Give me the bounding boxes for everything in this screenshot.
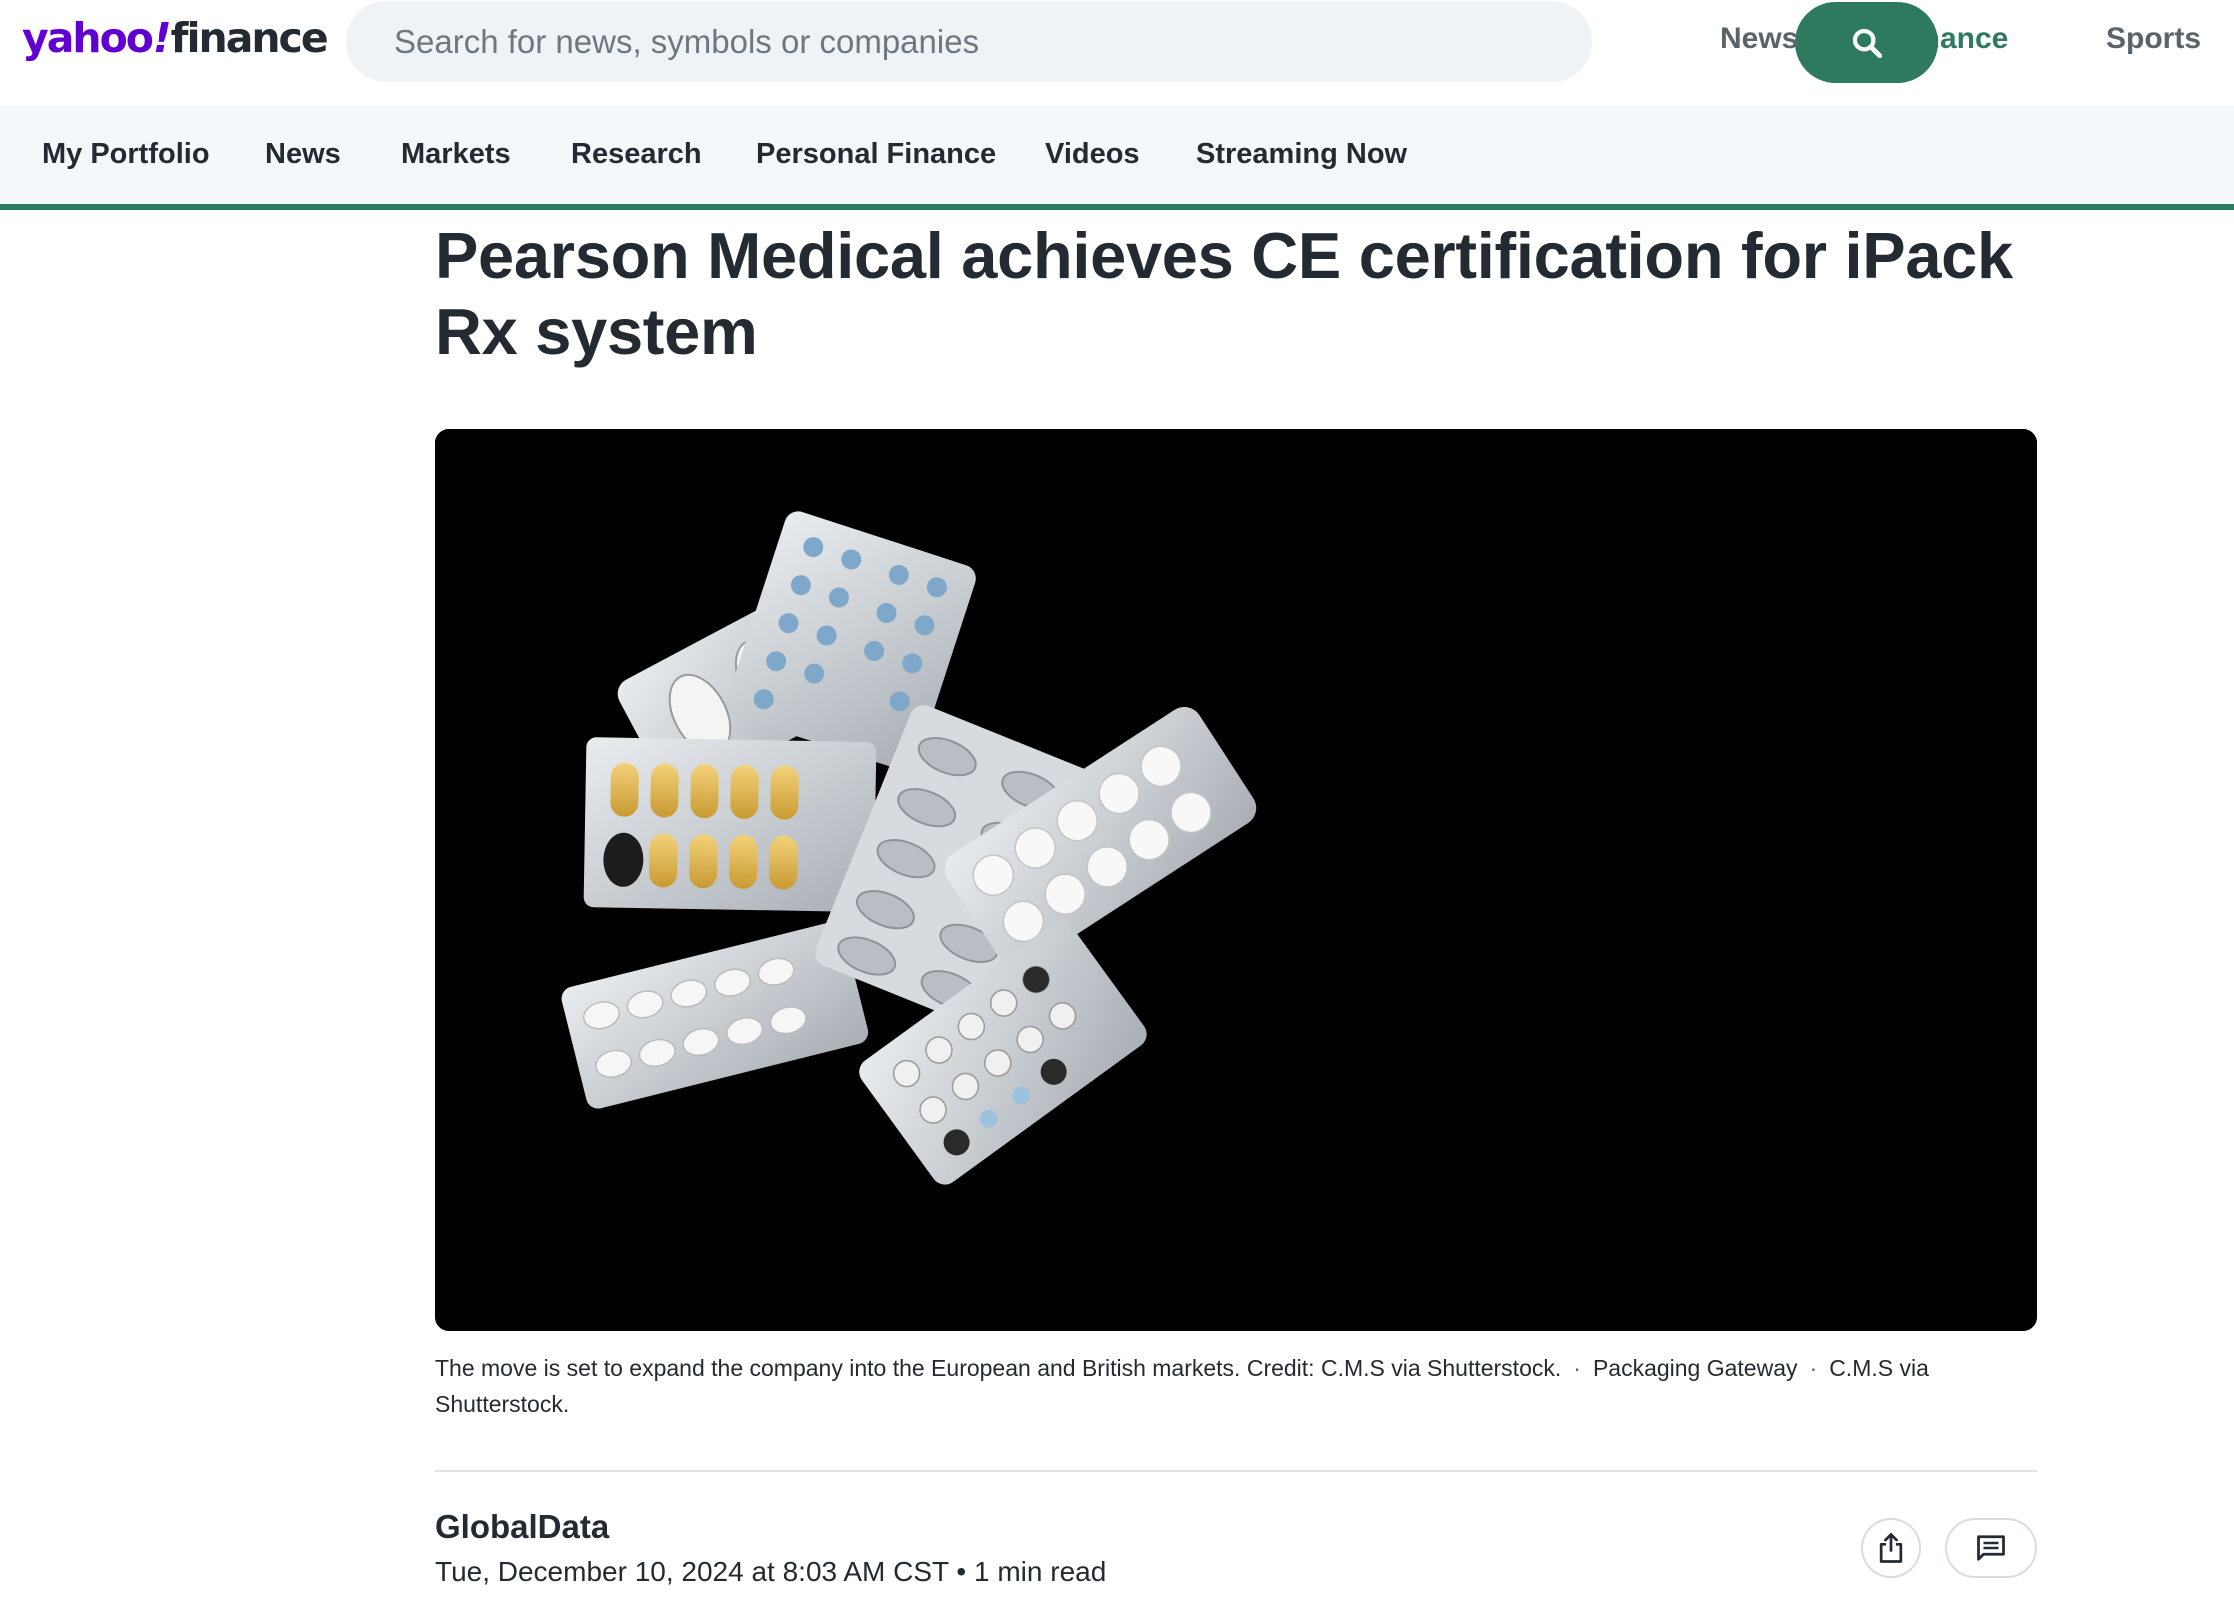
- caption-separator: ·: [1809, 1355, 1818, 1381]
- finance-subnav: My Portfolio News Markets Research Perso…: [0, 106, 2234, 210]
- pill-blister-packs-image: [435, 429, 2037, 1331]
- search-icon: [1852, 28, 1882, 58]
- caption-separator: ·: [1573, 1355, 1581, 1381]
- topnav-finance[interactable]: Finance: [1895, 22, 2008, 56]
- subnav-personal-finance[interactable]: Personal Finance: [756, 138, 996, 171]
- subnav-markets[interactable]: Markets: [401, 138, 511, 171]
- yahoo-finance-logo[interactable]: yahoo! finance: [22, 14, 329, 70]
- article-read-time: 1 min read: [974, 1556, 1107, 1587]
- search-bar: [346, 1, 1938, 83]
- article-author[interactable]: GlobalData: [435, 1508, 609, 1546]
- search-input[interactable]: [394, 1, 1394, 82]
- image-caption: The move is set to expand the company in…: [435, 1350, 2035, 1422]
- subnav-streaming-now[interactable]: Streaming Now: [1196, 138, 1407, 171]
- topnav-news[interactable]: News: [1720, 22, 1798, 56]
- article-hero-image: [435, 429, 2037, 1331]
- comment-icon: [1977, 1535, 2005, 1561]
- subnav-my-portfolio[interactable]: My Portfolio: [42, 138, 210, 171]
- caption-text: The move is set to expand the company in…: [435, 1355, 1562, 1381]
- dateline-separator: •: [956, 1556, 967, 1587]
- subnav-news[interactable]: News: [265, 138, 341, 171]
- share-button[interactable]: [1861, 1518, 1921, 1578]
- article-dateline: Tue, December 10, 2024 at 8:03 AM CST • …: [435, 1556, 1106, 1588]
- byline-divider: [435, 1470, 2037, 1472]
- logo-yahoo: yahoo: [22, 14, 154, 62]
- caption-source: Packaging Gateway: [1592, 1355, 1798, 1381]
- article-date: Tue, December 10, 2024 at 8:03 AM CST: [435, 1556, 949, 1587]
- share-icon: [1879, 1533, 1903, 1563]
- subnav-videos[interactable]: Videos: [1045, 138, 1140, 171]
- comments-button[interactable]: [1945, 1518, 2037, 1578]
- logo-finance: finance: [170, 14, 329, 62]
- subnav-research[interactable]: Research: [571, 138, 702, 171]
- top-header: yahoo!finance News Finance Sports: [0, 0, 2234, 106]
- logo-slash: !: [152, 14, 172, 62]
- article-headline: Pearson Medical achieves CE certificatio…: [435, 219, 2013, 368]
- topnav-sports[interactable]: Sports: [2106, 22, 2201, 56]
